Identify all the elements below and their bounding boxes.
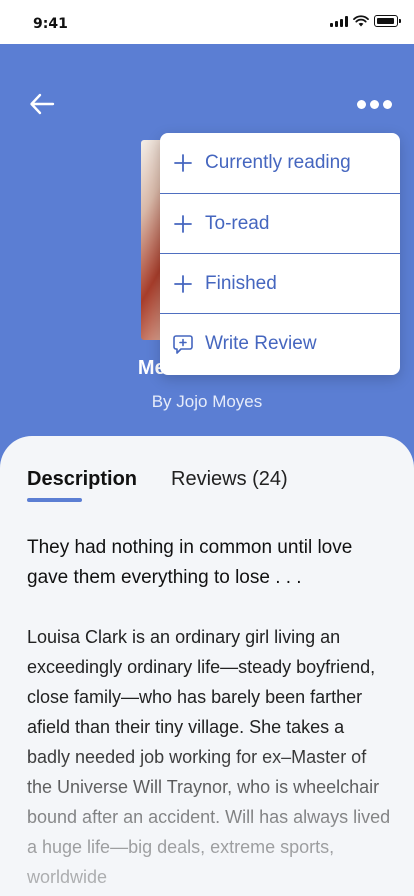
more-horizontal-icon bbox=[356, 99, 366, 109]
status-icons bbox=[330, 15, 401, 27]
tab-description[interactable]: Description bbox=[27, 468, 137, 491]
menu-item-currently-reading[interactable]: Currently reading bbox=[160, 133, 400, 193]
menu-item-write-review[interactable]: Write Review bbox=[160, 313, 400, 373]
review-icon bbox=[160, 333, 204, 355]
status-bar: 9:41 bbox=[0, 0, 414, 44]
menu-item-label: Finished bbox=[205, 272, 277, 294]
wifi-icon bbox=[353, 15, 369, 27]
active-tab-indicator bbox=[27, 498, 82, 502]
more-button[interactable] bbox=[354, 96, 394, 112]
plus-icon bbox=[160, 214, 204, 233]
menu-item-to-read[interactable]: To-read bbox=[160, 193, 400, 253]
plus-icon bbox=[160, 274, 204, 293]
book-description: Louisa Clark is an ordinary girl living … bbox=[27, 627, 391, 887]
battery-icon bbox=[374, 15, 401, 27]
plus-icon bbox=[160, 154, 204, 172]
status-time: 9:41 bbox=[33, 16, 68, 32]
book-tagline: They had nothing in common until love ga… bbox=[27, 537, 353, 588]
book-author: By Jojo Moyes bbox=[151, 392, 263, 411]
shelf-dropdown-menu: Currently reading To-read Finished Write… bbox=[160, 133, 400, 375]
menu-item-finished[interactable]: Finished bbox=[160, 253, 400, 313]
signal-icon bbox=[330, 15, 348, 27]
menu-item-label: Currently reading bbox=[205, 152, 351, 173]
back-button[interactable] bbox=[28, 92, 56, 116]
menu-item-label: Write Review bbox=[205, 332, 317, 354]
arrow-left-icon bbox=[30, 93, 55, 115]
tab-reviews[interactable]: Reviews (24) bbox=[171, 468, 288, 491]
content-sheet: Description Reviews (24) They had nothin… bbox=[0, 436, 414, 896]
menu-item-label: To-read bbox=[205, 212, 270, 234]
